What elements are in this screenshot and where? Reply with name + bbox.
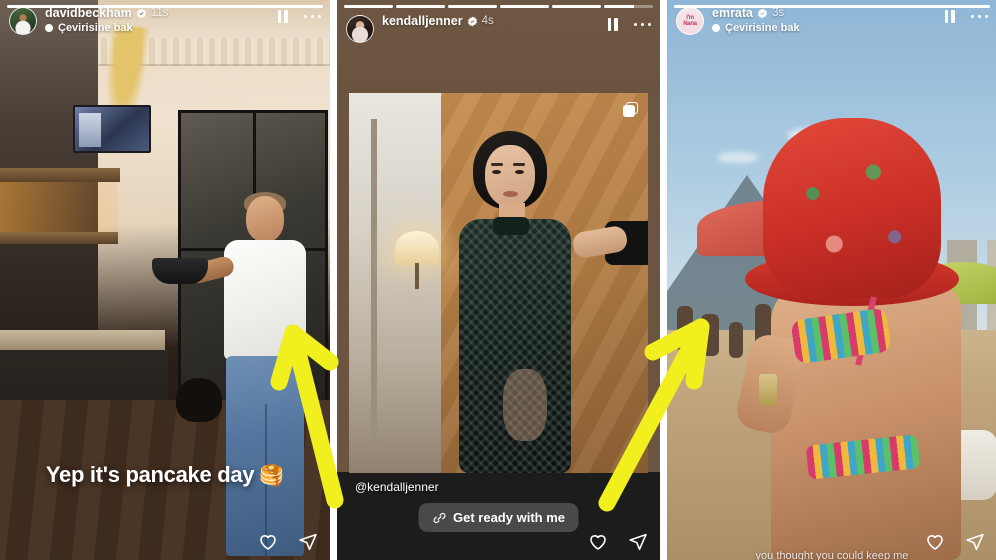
avatar[interactable]: I'm Nana bbox=[676, 7, 704, 35]
frying-pan bbox=[152, 258, 208, 284]
avatar[interactable] bbox=[9, 7, 37, 35]
translate-dot-icon bbox=[45, 24, 53, 32]
story-panel-kendall[interactable]: kendalljenner 4s @kendalljenner Get read… bbox=[337, 0, 660, 560]
eye-left bbox=[492, 170, 501, 174]
left-dark-column bbox=[0, 0, 98, 330]
username-label[interactable]: davidbeckham bbox=[45, 6, 132, 20]
see-translation-label[interactable]: Çevirisine bak bbox=[58, 22, 133, 34]
panel-divider-2 bbox=[660, 0, 667, 560]
heart-icon[interactable] bbox=[925, 532, 945, 552]
heart-icon[interactable] bbox=[588, 532, 608, 552]
black-lace-dress bbox=[459, 219, 571, 473]
story-actions-emrata bbox=[925, 532, 985, 552]
warm-under-shelf-light bbox=[0, 182, 118, 232]
white-tshirt bbox=[224, 240, 306, 360]
caption-text: Yep it's pancake day bbox=[45, 462, 255, 487]
pancake-emoji-icon: 🥞 bbox=[259, 465, 285, 487]
story-panel-emrata[interactable]: I'm Nana emrata 3s Çevirisine bak you th… bbox=[667, 0, 996, 560]
send-icon[interactable] bbox=[298, 532, 318, 552]
pause-icon[interactable] bbox=[277, 10, 288, 23]
progress-bar-beckham[interactable] bbox=[7, 5, 323, 8]
story-panel-beckham[interactable]: davidbeckham 11s Çevirisine bak Yep it's… bbox=[0, 0, 330, 560]
translate-dot-icon bbox=[712, 24, 720, 32]
progress-bar-emrata[interactable] bbox=[674, 5, 990, 8]
panel-divider-1 bbox=[330, 0, 337, 560]
lips bbox=[503, 191, 518, 197]
progress-segment[interactable] bbox=[7, 5, 323, 8]
progress-segment-active[interactable] bbox=[604, 5, 653, 8]
stories-screenshot: davidbeckham 11s Çevirisine bak Yep it's… bbox=[0, 0, 996, 560]
more-options-icon[interactable] bbox=[303, 14, 321, 19]
eyebrow-left bbox=[491, 163, 503, 166]
sheer-lace-panel bbox=[503, 369, 547, 441]
carousel-multi-photo-icon bbox=[623, 102, 638, 117]
verified-badge-icon bbox=[136, 8, 147, 19]
progress-segment[interactable] bbox=[396, 5, 445, 8]
sconce-arm bbox=[415, 263, 419, 289]
wooden-shelf-upper bbox=[0, 168, 120, 182]
send-icon[interactable] bbox=[628, 532, 648, 552]
username-label[interactable]: emrata bbox=[712, 6, 753, 20]
story-handle-tag[interactable]: @kendalljenner bbox=[355, 480, 439, 494]
story-media-emrata bbox=[667, 0, 996, 560]
dog bbox=[176, 378, 222, 422]
avatar[interactable] bbox=[346, 15, 374, 43]
person-kendall bbox=[447, 131, 579, 473]
door-frame bbox=[371, 119, 377, 449]
drink-can bbox=[759, 374, 777, 406]
cloud bbox=[717, 152, 759, 163]
progress-segment[interactable] bbox=[674, 5, 990, 8]
face bbox=[485, 145, 535, 207]
see-translation-label[interactable]: Çevirisine bak bbox=[725, 22, 800, 34]
head bbox=[246, 196, 284, 242]
subtitle-text: you thought you could keep me bbox=[755, 550, 909, 560]
pause-icon[interactable] bbox=[607, 18, 618, 31]
progress-segment[interactable] bbox=[448, 5, 497, 8]
left-wall bbox=[349, 93, 441, 473]
wall-sconce-lamp bbox=[395, 231, 439, 265]
verified-badge-icon bbox=[467, 16, 478, 27]
story-actions-beckham bbox=[258, 532, 318, 552]
progress-bar-kendall[interactable] bbox=[344, 5, 653, 8]
pause-icon[interactable] bbox=[944, 10, 955, 23]
wall-tv bbox=[73, 105, 151, 153]
story-media-kendall bbox=[349, 93, 648, 473]
red-printed-bucket-hat bbox=[763, 118, 941, 298]
more-options-icon[interactable] bbox=[633, 22, 651, 27]
wooden-shelf-lower bbox=[0, 232, 118, 244]
heart-icon[interactable] bbox=[258, 532, 278, 552]
story-link-sticker[interactable]: Get ready with me bbox=[418, 503, 579, 532]
link-chain-icon bbox=[432, 511, 446, 525]
progress-segment[interactable] bbox=[500, 5, 549, 8]
more-options-icon[interactable] bbox=[970, 14, 988, 19]
timestamp-label: 3s bbox=[772, 7, 785, 19]
eyebrow-right bbox=[513, 163, 525, 166]
send-icon[interactable] bbox=[965, 532, 985, 552]
verified-badge-icon bbox=[757, 8, 768, 19]
progress-segment[interactable] bbox=[552, 5, 601, 8]
high-collar bbox=[493, 217, 529, 235]
timestamp-label: 4s bbox=[481, 15, 494, 27]
story-actions-kendall bbox=[588, 532, 648, 552]
kitchen-counter bbox=[0, 330, 165, 350]
progress-segment[interactable] bbox=[344, 5, 393, 8]
jeans bbox=[226, 356, 304, 556]
see-translation-row[interactable]: Çevirisine bak bbox=[712, 22, 945, 34]
eye-right bbox=[515, 170, 524, 174]
story-caption-beckham: Yep it's pancake day 🥞 bbox=[0, 462, 330, 488]
person-beckham bbox=[152, 192, 308, 560]
see-translation-row[interactable]: Çevirisine bak bbox=[45, 22, 278, 34]
username-label[interactable]: kendalljenner bbox=[382, 14, 463, 28]
timestamp-label: 11s bbox=[150, 7, 169, 19]
story-link-label[interactable]: Get ready with me bbox=[453, 510, 565, 525]
avatar-brand-mark: I'm Nana bbox=[683, 15, 697, 27]
